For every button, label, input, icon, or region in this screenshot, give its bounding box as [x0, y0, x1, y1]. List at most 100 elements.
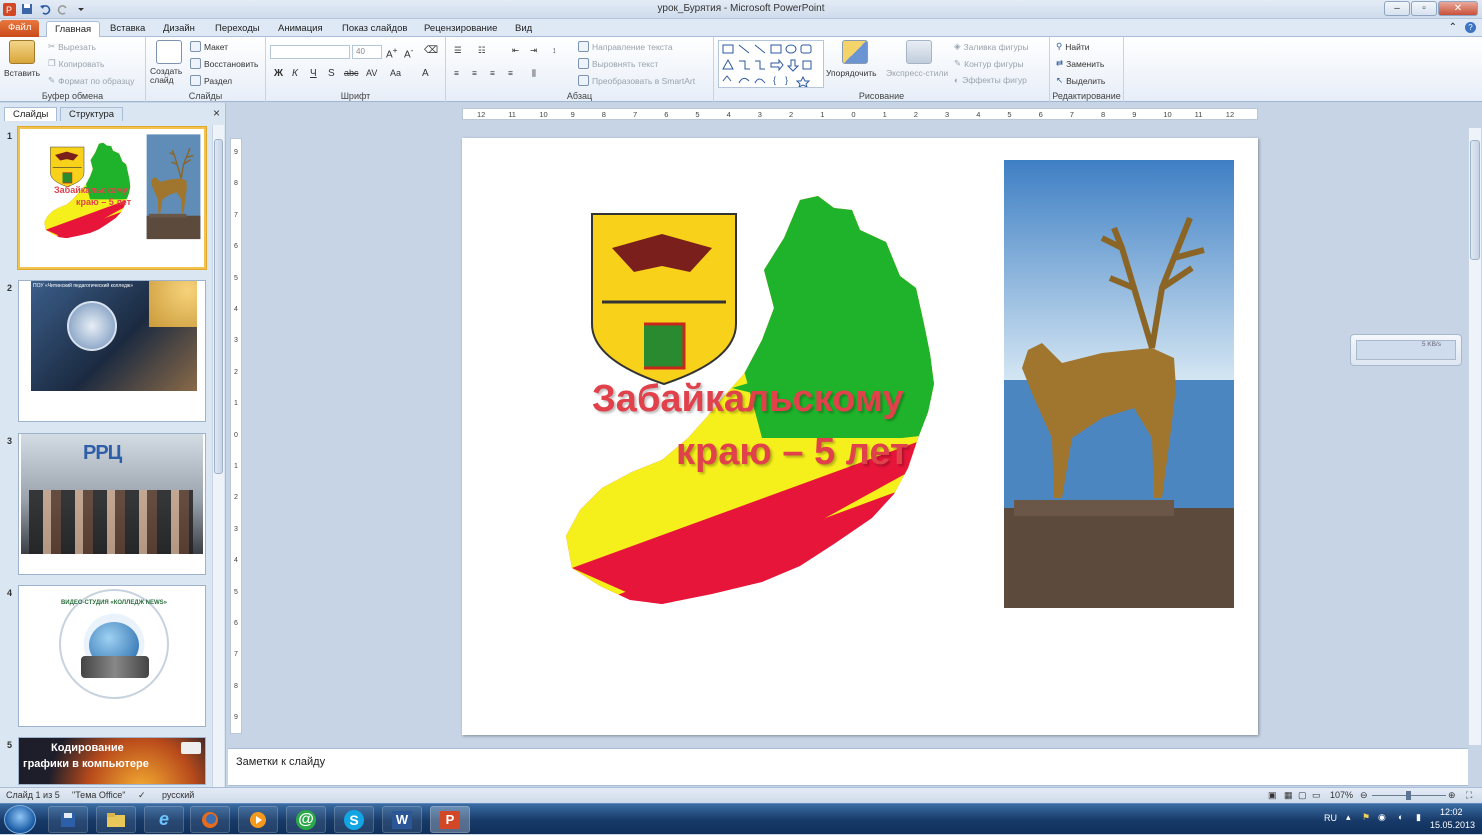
- tab-view[interactable]: Вид: [507, 21, 540, 37]
- shape-effects-button[interactable]: ◐ Эффекты фигур: [954, 75, 1027, 85]
- select-button[interactable]: ↖ Выделить: [1056, 75, 1105, 86]
- taskbar-explorer-icon[interactable]: [96, 806, 136, 833]
- input-language[interactable]: RU: [1324, 813, 1337, 823]
- tab-transitions[interactable]: Переходы: [207, 21, 268, 37]
- find-button[interactable]: ⚲ Найти: [1056, 41, 1090, 52]
- help-icon[interactable]: ?: [1465, 22, 1476, 33]
- tray-flag-icon[interactable]: ⚑: [1362, 812, 1370, 823]
- tab-home[interactable]: Главная: [46, 21, 101, 37]
- tab-outline[interactable]: Структура: [60, 107, 124, 121]
- zoom-in-icon[interactable]: ⊕: [1448, 790, 1456, 801]
- slide-coat-of-arms[interactable]: [590, 212, 738, 386]
- font-name-combo[interactable]: [270, 45, 350, 59]
- quick-styles-button[interactable]: Экспресс-стили: [886, 68, 948, 78]
- format-painter-button[interactable]: ✎ Формат по образцу: [48, 75, 134, 86]
- slide-canvas[interactable]: Забайкальскому краю – 5 лет: [462, 138, 1258, 735]
- quick-styles-icon[interactable]: [906, 40, 932, 64]
- text-direction-button[interactable]: Направление текста: [578, 41, 673, 52]
- arrange-button[interactable]: Упорядочить: [826, 68, 877, 78]
- taskbar-save-icon[interactable]: [48, 806, 88, 833]
- slide-thumbnail-1[interactable]: Забайкальскому краю – 5 лет: [18, 127, 206, 269]
- clear-format-icon[interactable]: ⌫: [424, 45, 438, 56]
- replace-button[interactable]: ⇄ Заменить: [1056, 58, 1104, 69]
- arrange-icon[interactable]: [842, 40, 868, 64]
- zoom-level[interactable]: 107%: [1330, 790, 1353, 800]
- normal-view-icon[interactable]: ▣: [1268, 790, 1277, 801]
- reset-button[interactable]: Восстановить: [190, 58, 258, 69]
- maximize-button[interactable]: ▫: [1411, 1, 1437, 16]
- justify-icon[interactable]: ≡: [508, 68, 513, 78]
- slideshow-view-icon[interactable]: ▭: [1312, 790, 1321, 801]
- tray-clock-date[interactable]: 15.05.2013: [1430, 820, 1475, 830]
- slides-pane-scrollbar[interactable]: [212, 125, 224, 787]
- numbering-icon[interactable]: ☷: [478, 45, 486, 56]
- align-text-button[interactable]: Выровнять текст: [578, 58, 658, 69]
- increase-indent-icon[interactable]: ⇥: [530, 45, 537, 56]
- bullets-icon[interactable]: ☰: [454, 45, 462, 56]
- slide-thumbnail-2[interactable]: ПОУ «Читинский педагогический колледж»: [18, 280, 206, 422]
- font-size-combo[interactable]: 40: [352, 45, 382, 59]
- tab-slideshow[interactable]: Показ слайдов: [334, 21, 415, 37]
- paste-icon[interactable]: [9, 40, 35, 64]
- slide-thumbnail-3[interactable]: РРЦ: [18, 433, 206, 575]
- taskbar-word-icon[interactable]: W: [382, 806, 422, 833]
- strikethrough-button[interactable]: abc: [344, 68, 359, 78]
- change-case-icon[interactable]: Aa: [390, 68, 401, 78]
- close-button[interactable]: ✕: [1438, 1, 1478, 16]
- taskbar-skype-icon[interactable]: S: [334, 806, 374, 833]
- char-spacing-icon[interactable]: AV: [366, 68, 377, 78]
- tab-slides[interactable]: Слайды: [4, 107, 58, 121]
- slide-title-line2[interactable]: краю – 5 лет: [676, 431, 909, 474]
- scrollbar-thumb[interactable]: [214, 139, 223, 474]
- shapes-gallery[interactable]: {}: [718, 40, 824, 88]
- layout-button[interactable]: Макет: [190, 41, 228, 52]
- bold-button[interactable]: Ж: [274, 68, 283, 79]
- tray-clock-time[interactable]: 12:02: [1440, 807, 1463, 817]
- shape-fill-button[interactable]: ◈ Заливка фигуры: [954, 41, 1028, 52]
- align-center-icon[interactable]: ≡: [472, 68, 477, 78]
- close-pane-icon[interactable]: ×: [213, 106, 220, 120]
- notes-pane[interactable]: Заметки к слайду: [228, 748, 1468, 786]
- smartart-button[interactable]: Преобразовать в SmartArt: [578, 75, 695, 86]
- slide-thumbnail-5[interactable]: Кодирование графики в компьютере: [18, 737, 206, 785]
- taskbar-mail-agent-icon[interactable]: @: [286, 806, 326, 833]
- taskbar-ie-icon[interactable]: e: [144, 806, 184, 833]
- italic-button[interactable]: К: [292, 68, 298, 79]
- zoom-slider-thumb[interactable]: [1406, 791, 1411, 800]
- taskbar-firefox-icon[interactable]: [190, 806, 230, 833]
- minimize-ribbon-icon[interactable]: ⌃: [1449, 22, 1457, 33]
- section-button[interactable]: Раздел: [190, 75, 232, 86]
- tray-battery-icon[interactable]: ▮: [1416, 812, 1421, 823]
- shrink-font-icon[interactable]: A-: [404, 45, 413, 60]
- new-slide-icon[interactable]: [156, 40, 182, 64]
- columns-icon[interactable]: ⫼: [532, 68, 536, 79]
- tray-network-icon[interactable]: ◉: [1378, 812, 1386, 823]
- scrollbar-thumb[interactable]: [1470, 140, 1480, 260]
- fit-slide-icon[interactable]: ⛶: [1466, 790, 1472, 801]
- slide-vertical-scrollbar[interactable]: [1468, 128, 1481, 745]
- vertical-ruler[interactable]: 9 8 7 6 5 4 3 2 1 0 1 2 3 4 5 6 7 8 9: [230, 138, 242, 734]
- grow-font-icon[interactable]: A+: [386, 45, 398, 60]
- font-color-icon[interactable]: A: [422, 68, 429, 79]
- tab-design[interactable]: Дизайн: [155, 21, 203, 37]
- paste-button[interactable]: Вставить: [4, 68, 40, 78]
- tab-review[interactable]: Рецензирование: [416, 21, 505, 37]
- new-slide-button[interactable]: Создать слайд: [150, 67, 190, 85]
- theme-name[interactable]: "Тема Office": [72, 790, 125, 800]
- tab-insert[interactable]: Вставка: [102, 21, 153, 37]
- shape-outline-button[interactable]: ✎ Контур фигуры: [954, 58, 1024, 69]
- spellcheck-icon[interactable]: ✓: [138, 790, 146, 801]
- network-speed-widget[interactable]: 5 KB/s: [1350, 334, 1462, 366]
- deer-photo[interactable]: [1004, 160, 1234, 608]
- horizontal-ruler[interactable]: 12 11 10 9 8 7 6 5 4 3 2 1 0 1 2 3 4 5 6 7 8 9 10 11 12: [462, 108, 1258, 120]
- start-button[interactable]: [4, 805, 36, 834]
- shadow-button[interactable]: S: [328, 68, 335, 79]
- align-left-icon[interactable]: ≡: [454, 68, 459, 78]
- copy-button[interactable]: ❐ Копировать: [48, 58, 104, 69]
- zoom-out-icon[interactable]: ⊖: [1360, 790, 1368, 801]
- sorter-view-icon[interactable]: ▦: [1284, 790, 1293, 801]
- tab-file[interactable]: Файл: [0, 20, 40, 37]
- tray-arrow-icon[interactable]: ▴: [1346, 812, 1351, 823]
- taskbar-media-icon[interactable]: [238, 806, 278, 833]
- line-spacing-icon[interactable]: ↕: [552, 45, 556, 55]
